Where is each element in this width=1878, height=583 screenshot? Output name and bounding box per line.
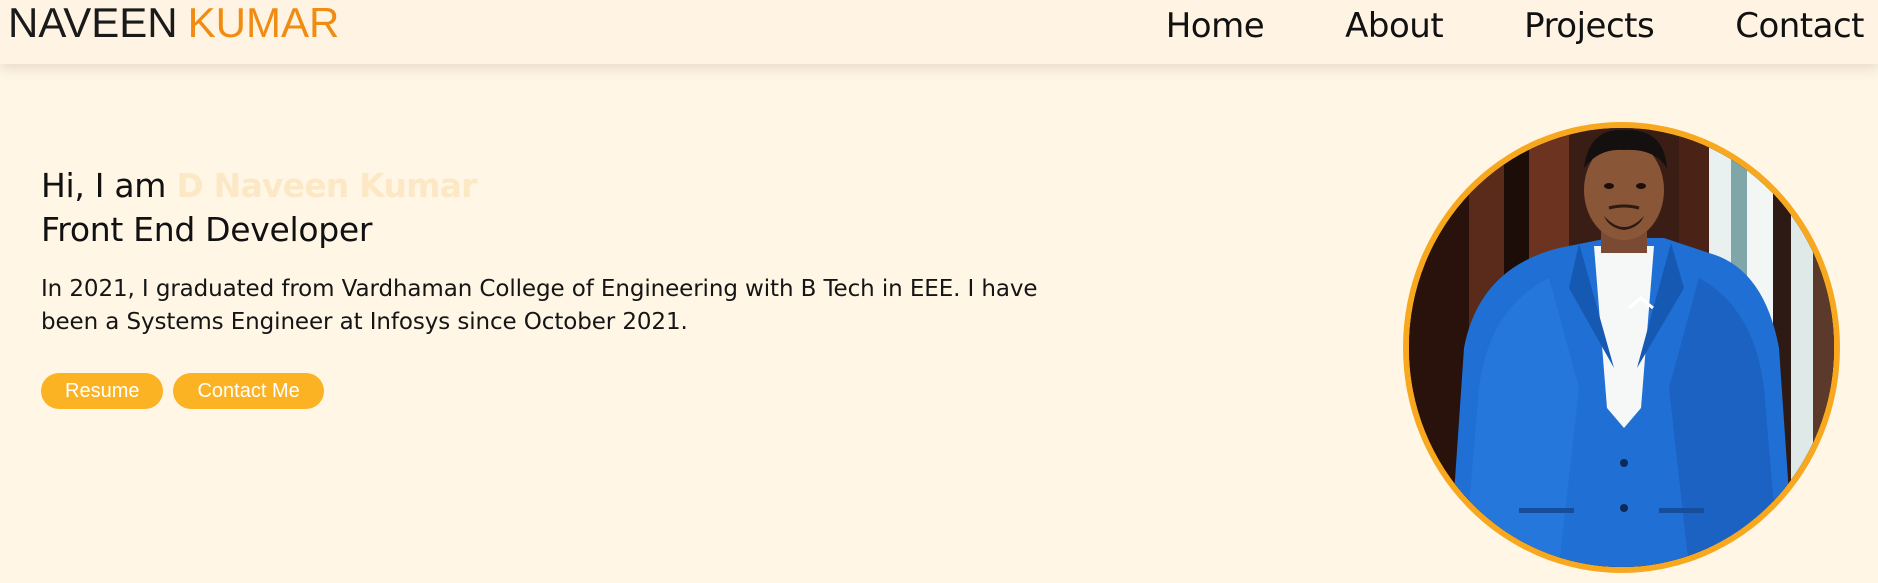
greeting-text: Hi, I am [41, 166, 167, 205]
role-title: Front End Developer [41, 210, 373, 249]
resume-button[interactable]: Resume [41, 373, 164, 409]
logo-last-name: KUMAR [187, 0, 340, 46]
greeting-line: Hi, I am D Naveen Kumar [41, 164, 1041, 208]
logo-first-name: NAVEEN [8, 0, 178, 46]
nav-home-link[interactable]: Home [1166, 3, 1265, 49]
hero-buttons: Resume Contact Me [41, 373, 1041, 409]
site-logo[interactable]: NAVEEN KUMAR [8, 0, 339, 46]
top-navbar: NAVEEN KUMAR Home About Projects Contact [0, 0, 1878, 64]
main-nav: Home About Projects Contact [1166, 3, 1865, 49]
contact-me-button[interactable]: Contact Me [173, 373, 324, 409]
profile-photo-illustration [1409, 128, 1834, 567]
hero-section: Hi, I am D Naveen Kumar Front End Develo… [41, 164, 1041, 409]
nav-contact-link[interactable]: Contact [1735, 3, 1864, 49]
bio-paragraph: In 2021, I graduated from Vardhaman Coll… [41, 276, 1038, 335]
hero-name: D Naveen Kumar [176, 166, 477, 205]
nav-about-link[interactable]: About [1345, 3, 1444, 49]
nav-projects-link[interactable]: Projects [1524, 3, 1655, 49]
profile-photo [1403, 122, 1840, 573]
